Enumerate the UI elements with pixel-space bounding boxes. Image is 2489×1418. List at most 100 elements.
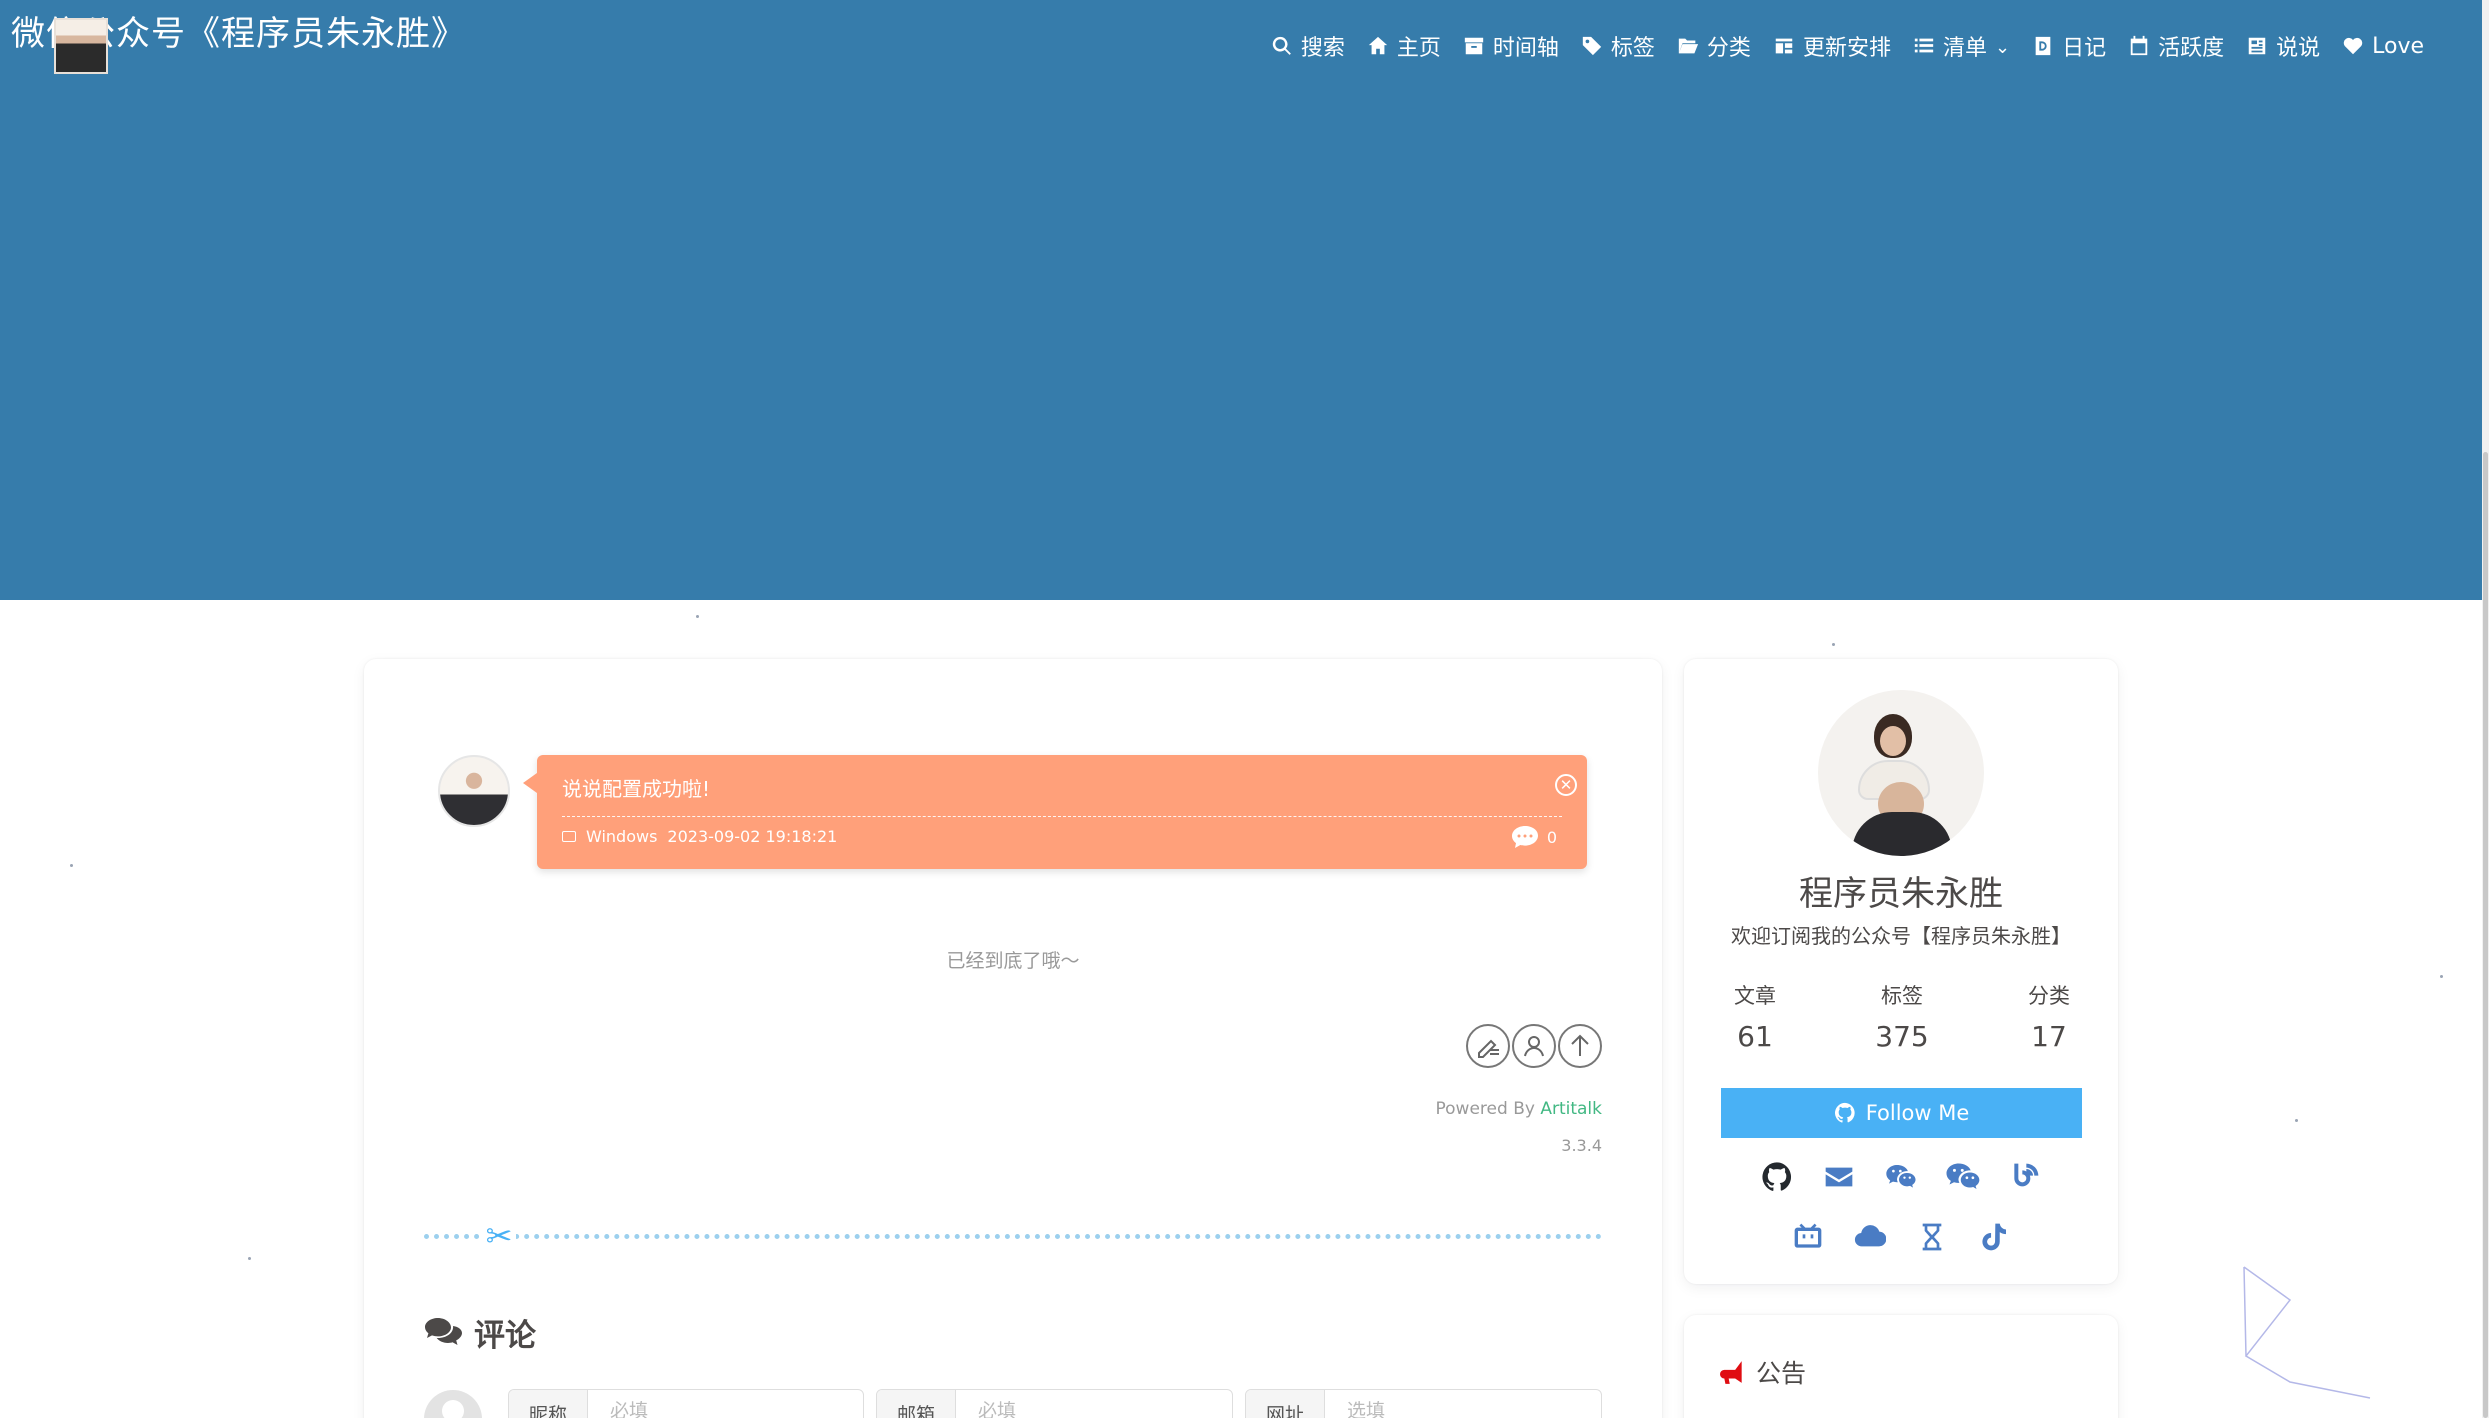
nickname-input[interactable] [588,1390,863,1418]
header-banner: 微信公众号《程序员朱永胜》 搜索 主页 时间轴 标签 分类 更新安排 清单 ⌄ … [0,0,2482,600]
talk-meta: Windows 2023-09-02 19:18:21 [562,827,837,846]
nickname-label: 昵称 [509,1390,589,1418]
nav-label: 活跃度 [2158,36,2225,61]
nav-label: Love [2372,33,2424,59]
social-wechat[interactable] [1881,1158,1921,1196]
background-dot [2440,975,2443,978]
nav-label: 搜索 [1300,36,1345,61]
comments-icon [425,1317,462,1345]
comments-title: 评论 [474,1318,536,1354]
powered-by: Powered By Artitalk [1436,1099,1602,1119]
edit-button[interactable] [1466,1024,1510,1068]
follow-me-button[interactable]: Follow Me [1721,1088,2082,1138]
user-button[interactable] [1512,1024,1556,1068]
website-field: 网址 [1245,1389,1602,1418]
site-logo[interactable] [54,18,108,74]
background-dot [1832,643,1835,646]
nav-label: 日记 [2062,36,2107,61]
notice-title: 公告 [1756,1359,1807,1388]
social-email[interactable] [1819,1158,1859,1196]
calendar-icon [2130,35,2148,56]
stat-label: 文章 [1734,984,1776,1008]
comments-heading: 评论 [424,1310,536,1355]
nav-item-home[interactable]: 主页 [1367,30,1441,62]
website-label: 网址 [1246,1390,1326,1418]
email-label: 邮箱 [877,1390,957,1418]
author-stats: 文章 61 标签 375 分类 17 [1720,980,2084,1053]
page: 微信公众号《程序员朱永胜》 搜索 主页 时间轴 标签 分类 更新安排 清单 ⌄ … [0,0,2489,1418]
social-cloud[interactable] [1850,1218,1890,1256]
follow-label: Follow Me [1865,1101,1970,1125]
nav-item-search[interactable]: 搜索 [1271,30,1345,62]
social-blog[interactable] [2005,1158,2045,1196]
author-avatar[interactable] [1818,690,1984,856]
stat-value: 17 [2031,1020,2067,1053]
blog-icon [2014,1163,2039,1187]
avatar-face [1880,726,1906,756]
social-links-row-1 [1684,1158,2118,1196]
nav-item-schedule[interactable]: 更新安排 [1773,30,1891,62]
page-scrollbar[interactable] [2482,0,2489,1418]
background-dot [70,864,73,867]
artitalk-link[interactable]: Artitalk [1540,1099,1602,1119]
stat-value: 375 [1875,1020,1929,1053]
windows-icon [562,831,576,842]
wechat-alt-icon [1946,1163,1980,1189]
comment-icon [1511,826,1538,848]
tiktok-icon [1982,1223,2006,1251]
nav-item-list[interactable]: 清单 ⌄ [1913,30,2010,62]
author-description: 欢迎订阅我的公众号【程序员朱永胜】 [1731,924,2071,948]
social-wechat-alt[interactable] [1943,1158,1983,1196]
scissors-icon: ✂ [482,1219,516,1253]
home-icon [1368,36,1388,55]
email-field: 邮箱 [876,1389,1233,1418]
artitalk-version: 3.3.4 [1561,1136,1602,1155]
background-particle-lines [2243,1266,2371,1399]
nav-label: 更新安排 [1802,36,1891,61]
hourglass-icon [1922,1223,1942,1251]
edit-icon [1478,1039,1499,1058]
website-input[interactable] [1325,1390,1601,1418]
email-input[interactable] [956,1390,1232,1418]
nav-label: 时间轴 [1492,36,1559,61]
stat-categories[interactable]: 分类 17 [2014,980,2084,1053]
nav-item-tags[interactable]: 标签 [1581,30,1655,62]
close-icon[interactable]: ✕ [1555,774,1577,796]
scroll-top-button[interactable] [1558,1024,1602,1068]
stat-tags[interactable]: 标签 375 [1867,980,1937,1053]
folder-open-icon [1678,38,1699,54]
comment-count: 0 [1546,827,1557,847]
nav-item-timeline[interactable]: 时间轴 [1463,30,1559,62]
nav-item-activity[interactable]: 活跃度 [2128,30,2224,62]
nav-label: 分类 [1706,36,1751,61]
stat-articles[interactable]: 文章 61 [1720,980,1790,1053]
notice-heading: 公告 [1720,1354,1806,1390]
nav-item-categories[interactable]: 分类 [1677,30,1751,62]
social-bilibili[interactable] [1788,1218,1828,1256]
heart-icon [2343,37,2363,55]
newspaper-icon [2248,37,2266,55]
end-of-list-message: 已经到底了哦～ [946,950,1080,972]
social-tiktok[interactable] [1974,1218,2014,1256]
nav-label: 标签 [1610,36,1655,61]
github-icon [1834,1102,1855,1123]
talk-comment-button[interactable]: 0 [1511,825,1557,849]
nav-label: 说说 [2276,36,2321,61]
main-nav: 搜索 主页 时间轴 标签 分类 更新安排 清单 ⌄ 日记 活跃度 说说 Love [1271,30,2424,62]
search-icon [1272,36,1291,55]
talk-content: 说说配置成功啦! [562,777,711,801]
talk-datetime: 2023-09-02 19:18:21 [667,827,838,846]
nav-item-diary[interactable]: 日记 [2032,30,2106,62]
stat-label: 分类 [2028,984,2070,1008]
email-icon [1825,1167,1853,1187]
wechat-icon [1886,1165,1916,1188]
list-icon [1914,38,1934,53]
talk-os: Windows [586,827,658,846]
social-github[interactable] [1757,1158,1797,1196]
social-hourglass[interactable] [1912,1218,1952,1256]
talk-avatar[interactable] [438,755,510,827]
nav-item-love[interactable]: Love [2342,34,2424,59]
nav-item-talk[interactable]: 说说 [2246,30,2320,62]
talk-divider [562,816,1562,817]
scrollbar-thumb[interactable] [2483,452,2488,1418]
